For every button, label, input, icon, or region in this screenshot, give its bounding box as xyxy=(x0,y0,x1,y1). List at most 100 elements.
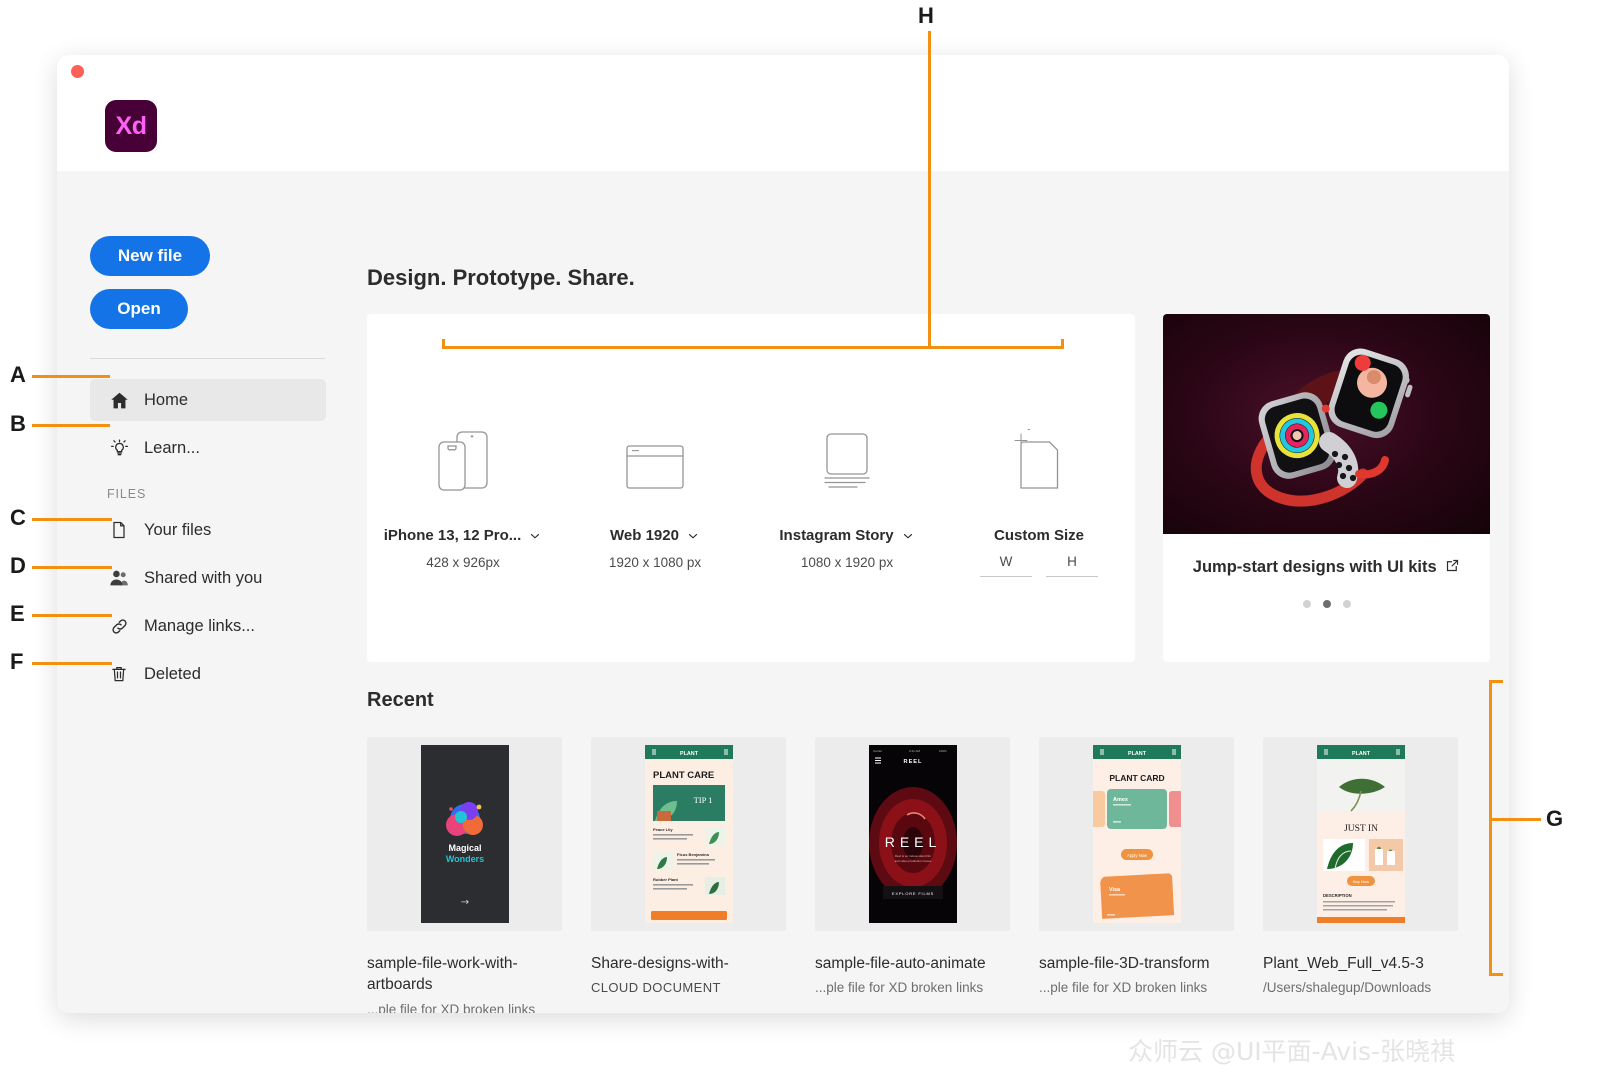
just-in-thumb: PLANT JUST IN xyxy=(1317,745,1405,923)
preset-name-row: iPhone 13, 12 Pro... xyxy=(384,527,543,544)
file-subtitle: ...ple file for XD broken links xyxy=(367,1001,562,1013)
carousel-dot[interactable] xyxy=(1303,600,1311,608)
preset-iphone[interactable]: iPhone 13, 12 Pro... 428 x 926px xyxy=(367,314,559,662)
chevron-down-icon[interactable] xyxy=(901,529,915,543)
plant-card-thumb: PLANT PLANT CARD Amex xyxy=(1093,745,1181,923)
custom-width-label: W xyxy=(1000,554,1013,569)
callout-label-d: D xyxy=(10,553,26,579)
custom-preset-icon xyxy=(997,418,1081,504)
thumb-line2: Wonders xyxy=(445,854,483,864)
sidebar-item-home[interactable]: Home xyxy=(90,379,326,421)
svg-text:100%: 100% xyxy=(939,749,947,753)
svg-text:and video production house: and video production house xyxy=(894,859,931,863)
file-thumbnail: PLANT PLANT CARD Amex xyxy=(1039,737,1234,931)
open-button[interactable]: Open xyxy=(90,289,188,329)
promo-caption: Jump-start designs with UI kits xyxy=(1163,534,1490,580)
sidebar-item-deleted[interactable]: Deleted xyxy=(90,653,326,695)
sidebar-item-your-files[interactable]: Your files xyxy=(90,509,326,551)
thumb-title: PLANT CARE xyxy=(653,770,714,781)
screenshot-root: Xd New file Open Home xyxy=(0,0,1600,1079)
preset-name-row: Instagram Story xyxy=(779,527,914,544)
new-file-button[interactable]: New file xyxy=(90,236,210,276)
thumb-tip: TIP 1 xyxy=(693,795,712,805)
file-subtitle: ...ple file for XD broken links xyxy=(1039,979,1234,997)
custom-height-label: H xyxy=(1067,554,1077,569)
callout-line-e xyxy=(32,614,112,617)
carousel-dot[interactable] xyxy=(1343,600,1351,608)
file-thumbnail: Magical Wonders → xyxy=(367,737,562,931)
list-item[interactable]: Magical Wonders → sample-file-work-with-… xyxy=(367,737,562,1013)
sidebar-item-manage-links[interactable]: Manage links... xyxy=(90,605,326,647)
callout-line-g-top xyxy=(1489,680,1503,683)
thumb-button: EXPLORE FILMS xyxy=(891,891,933,896)
presets-card: iPhone 13, 12 Pro... 428 x 926px xyxy=(367,314,1135,662)
sidebar-item-label: Shared with you xyxy=(144,569,262,588)
list-item[interactable]: PLANT PLANT CARD Amex xyxy=(1039,737,1234,1013)
promo-card[interactable]: Jump-start designs with UI kits xyxy=(1163,314,1490,662)
list-item[interactable]: PLANT PLANT CARE TIP 1 Peace Lily xyxy=(591,737,786,1013)
thumb-header: PLANT xyxy=(1352,751,1371,757)
close-dot-icon[interactable] xyxy=(71,65,84,78)
sidebar-item-label: Deleted xyxy=(144,665,201,684)
svg-text:9:41 AM: 9:41 AM xyxy=(909,749,921,753)
thumb-header: REEL xyxy=(903,759,922,765)
promo-caption-text: Jump-start designs with UI kits xyxy=(1193,558,1437,576)
file-thumbnail: Carrier9:41 AM100% REEL REEL xyxy=(815,737,1010,931)
magical-wonders-thumb: Magical Wonders → xyxy=(421,745,509,923)
sidebar-item-learn[interactable]: Learn... xyxy=(90,427,326,469)
recent-files-row: Magical Wonders → sample-file-work-with-… xyxy=(367,737,1490,1013)
chevron-down-icon[interactable] xyxy=(686,529,700,543)
callout-label-f: F xyxy=(10,649,23,675)
file-name: sample-file-work-with-artboards xyxy=(367,953,562,996)
reel-thumb: Carrier9:41 AM100% REEL REEL xyxy=(869,745,957,923)
custom-height-field[interactable]: H xyxy=(1046,554,1098,577)
sidebar-item-shared-with-you[interactable]: Shared with you xyxy=(90,557,326,599)
callout-label-e: E xyxy=(10,601,25,627)
preset-label: Instagram Story xyxy=(779,527,893,544)
thumb-title: REEL xyxy=(884,834,941,850)
preset-web[interactable]: Web 1920 1920 x 1080 px xyxy=(559,314,751,662)
watermark: 众师云 @UI平面-Avis-张晓祺 xyxy=(1128,1032,1455,1068)
people-icon xyxy=(107,566,131,590)
preset-dimensions: 1080 x 1920 px xyxy=(801,555,893,570)
sidebar-section-files: FILES xyxy=(107,487,326,501)
sidebar-item-label: Home xyxy=(144,391,188,410)
thumb-arrow: → xyxy=(460,897,468,908)
thumb-title: PLANT CARD xyxy=(1109,773,1164,783)
promo-carousel-dots[interactable] xyxy=(1163,600,1490,608)
file-name: sample-file-3D-transform xyxy=(1039,953,1234,974)
trash-icon xyxy=(107,662,131,686)
custom-height-underline xyxy=(1046,576,1098,577)
thumb-row-label: Rubber Plant xyxy=(653,877,679,882)
callout-line-g-bottom xyxy=(1489,973,1503,976)
file-subtitle: ...ple file for XD broken links xyxy=(815,979,1010,997)
preset-label: iPhone 13, 12 Pro... xyxy=(384,527,522,544)
instagram-preset-icon xyxy=(805,418,889,504)
preset-name-row: Custom Size xyxy=(994,527,1084,544)
carousel-dot-active[interactable] xyxy=(1323,600,1331,608)
file-name: Share-designs-with- xyxy=(591,953,786,974)
thumb-card1: Amex xyxy=(1113,797,1129,803)
callout-line-h-vertical xyxy=(928,31,931,348)
chevron-down-icon[interactable] xyxy=(528,529,542,543)
thumb-header: PLANT xyxy=(1128,751,1147,757)
preset-instagram[interactable]: Instagram Story 1080 x 1920 px xyxy=(751,314,943,662)
callout-line-g-vertical xyxy=(1489,680,1492,976)
list-item[interactable]: PLANT JUST IN xyxy=(1263,737,1458,1013)
custom-width-underline xyxy=(980,576,1032,577)
thumb-line1: Magical xyxy=(448,843,481,853)
custom-width-field[interactable]: W xyxy=(980,554,1032,577)
thumb-button: Buy Now xyxy=(1352,879,1368,884)
document-icon xyxy=(107,518,131,542)
preset-custom[interactable]: Custom Size W H xyxy=(943,314,1135,662)
custom-size-fields: W H xyxy=(980,554,1098,577)
callout-label-c: C xyxy=(10,505,26,531)
file-thumbnail: PLANT PLANT CARE TIP 1 Peace Lily xyxy=(591,737,786,931)
file-name: Plant_Web_Full_v4.5-3 xyxy=(1263,953,1458,974)
sidebar-item-label: Manage links... xyxy=(144,617,255,636)
callout-label-g: G xyxy=(1546,806,1563,832)
list-item[interactable]: Carrier9:41 AM100% REEL REEL xyxy=(815,737,1010,1013)
external-link-icon[interactable] xyxy=(1445,558,1460,573)
sidebar: New file Open Home xyxy=(57,171,350,1013)
callout-line-d xyxy=(32,566,112,569)
